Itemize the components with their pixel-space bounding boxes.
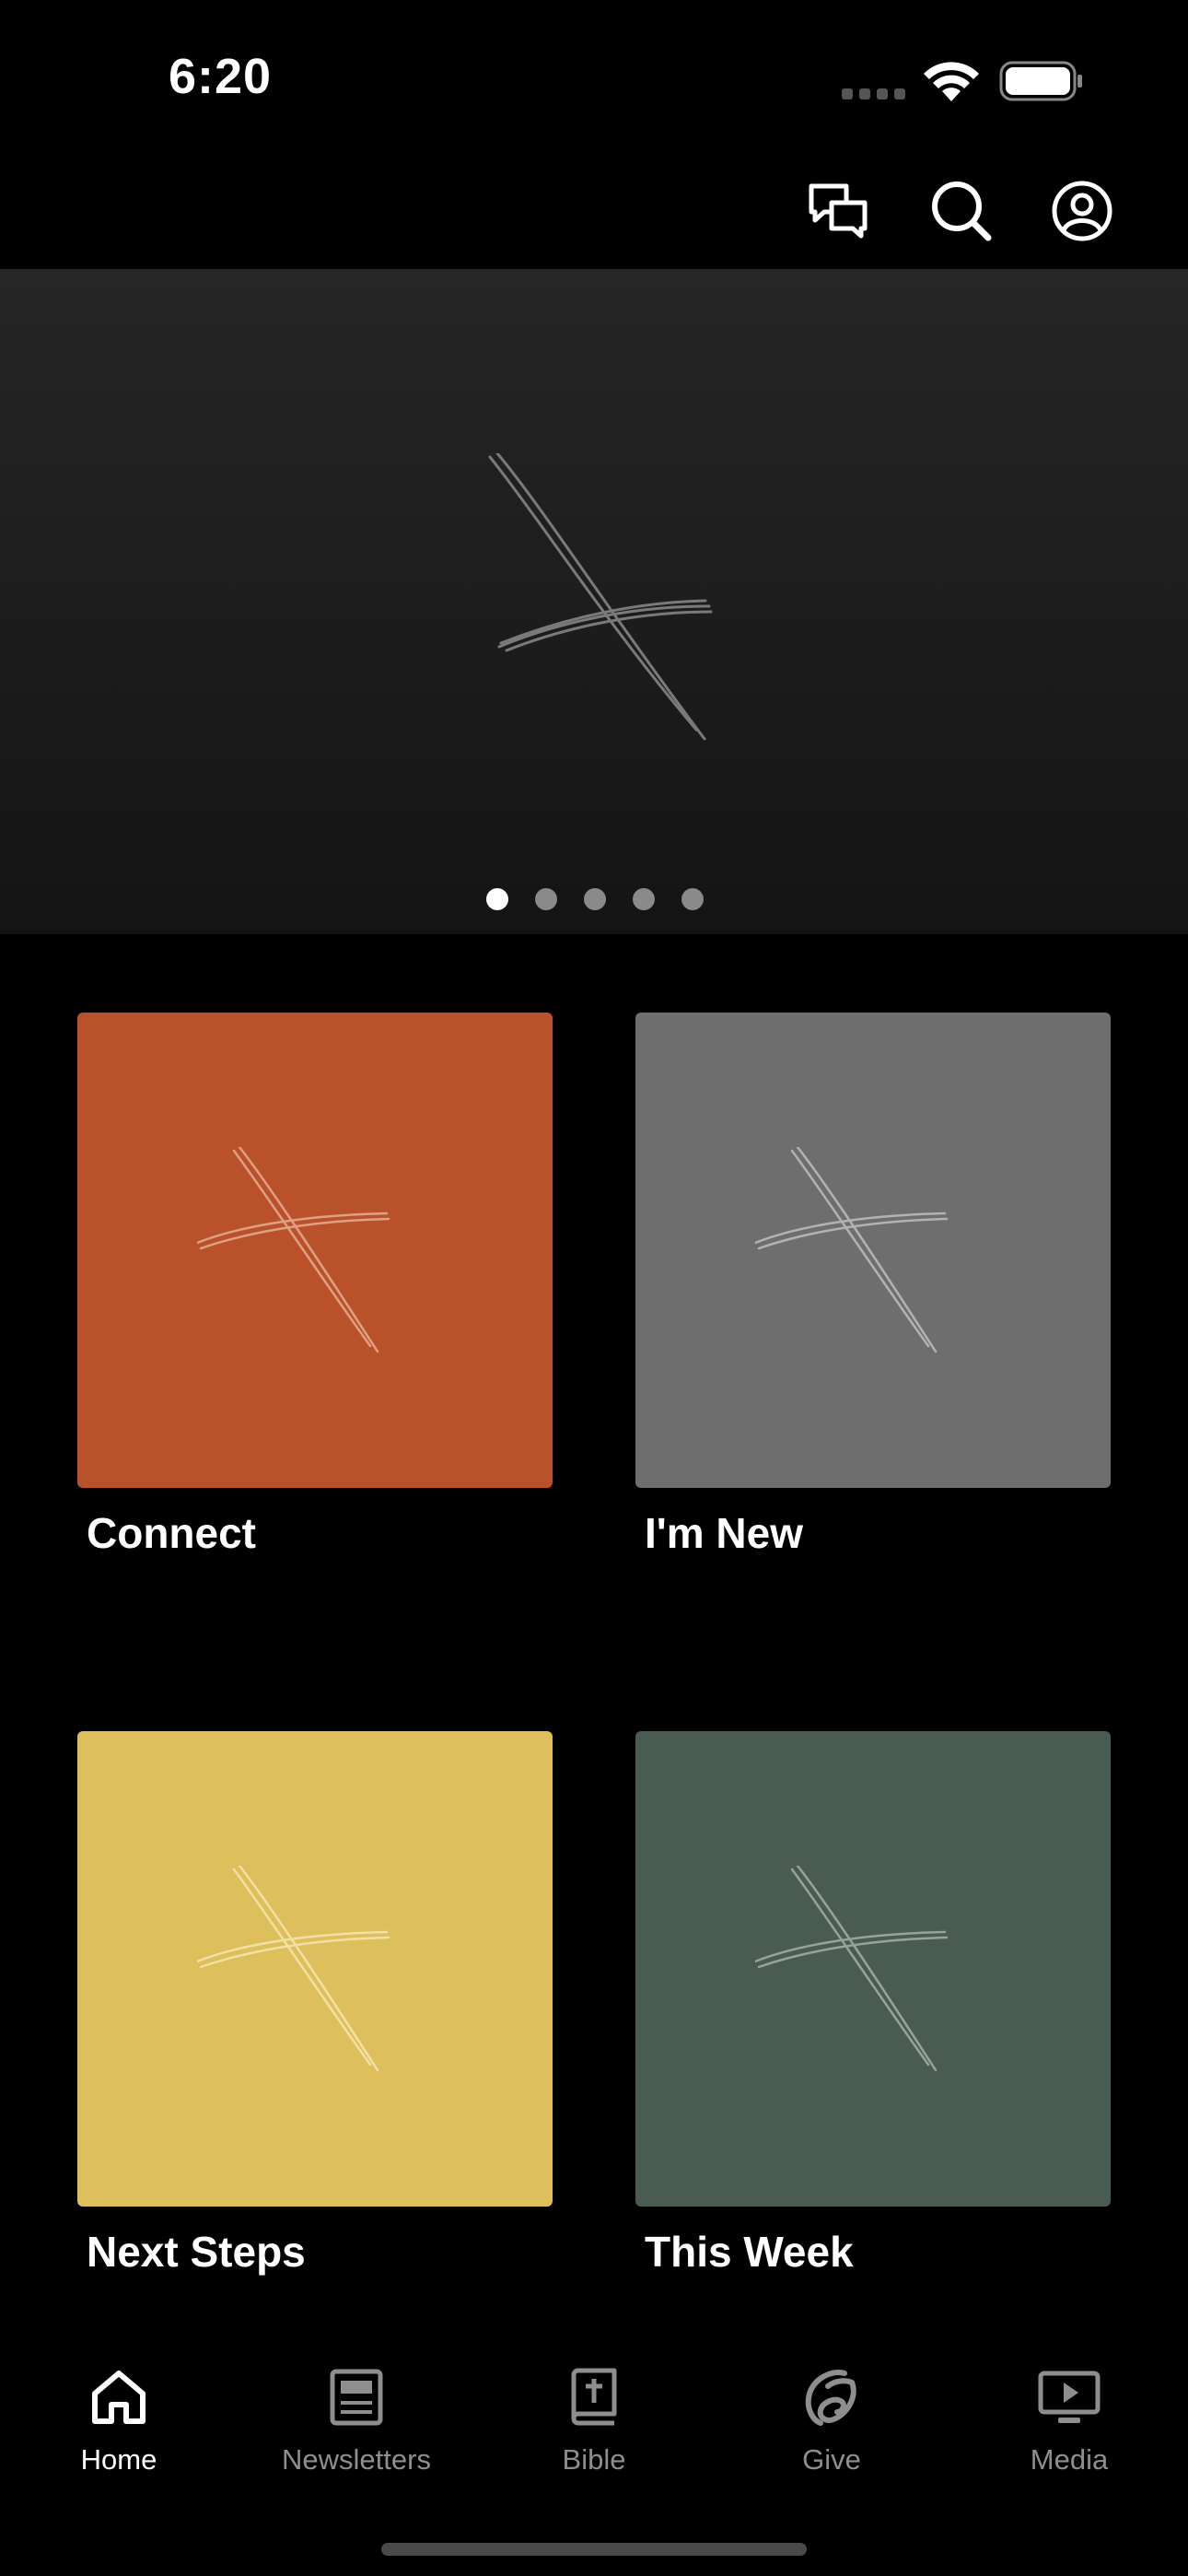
give-icon [805,2370,856,2426]
carousel-dot[interactable] [681,888,704,910]
carousel-pagination [0,888,1188,912]
tab-bible[interactable]: Bible [475,2340,713,2478]
tab-media[interactable]: Media [950,2340,1188,2478]
cross-logo-icon [197,1866,390,2072]
hero-carousel[interactable] [0,269,1188,934]
tab-home[interactable]: Home [0,2340,238,2478]
cross-logo-icon [755,1147,949,1353]
tile-label: This Week [645,2228,854,2276]
tile-image[interactable] [77,1731,553,2207]
wifi-icon [924,62,979,101]
tab-label: Media [1030,2443,1109,2476]
cross-logo-icon [488,453,713,741]
search-icon[interactable] [927,177,996,245]
tile-label: Connect [87,1509,256,1557]
tile-image[interactable] [77,1013,553,1488]
tab-label: Home [80,2443,157,2476]
tab-label: Give [802,2443,861,2476]
tile-image[interactable] [635,1013,1111,1488]
tab-label: Bible [562,2443,626,2476]
status-bar: 6:20 [0,0,1188,157]
cross-logo-icon [197,1147,390,1353]
tab-give[interactable]: Give [713,2340,950,2478]
carousel-dot[interactable] [486,888,508,910]
tile-image[interactable] [635,1731,1111,2207]
tile-label: I'm New [645,1509,803,1557]
cellular-signal-icon [842,88,906,100]
carousel-dot[interactable] [584,888,606,910]
home-indicator[interactable] [381,2543,807,2556]
carousel-dot[interactable] [633,888,655,910]
status-time: 6:20 [169,49,273,104]
profile-icon[interactable] [1048,177,1116,245]
media-icon [1038,2371,1101,2423]
newsletter-icon [330,2369,383,2426]
tab-bar: Home Newsletters Bible Give Media [0,2340,1188,2506]
battery-icon [999,61,1082,101]
bible-icon [571,2368,617,2426]
chat-icon[interactable] [804,177,872,245]
carousel-dot[interactable] [535,888,557,910]
tab-label: Newsletters [282,2443,431,2476]
tab-newsletters[interactable]: Newsletters [238,2340,475,2478]
tile-label: Next Steps [87,2228,306,2276]
home-icon [92,2371,146,2424]
top-header [0,157,1188,269]
cross-logo-icon [755,1866,949,2072]
